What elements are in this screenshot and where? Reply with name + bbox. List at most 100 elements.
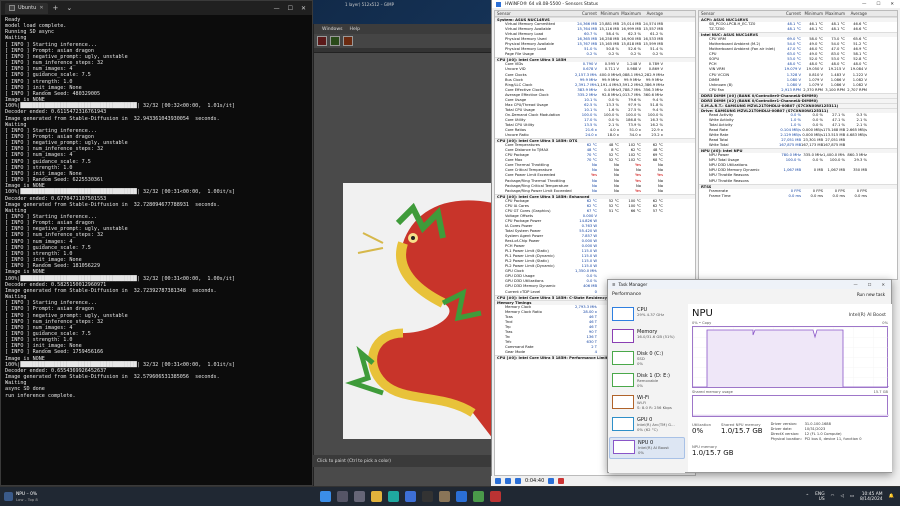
sensor-row[interactable]: TZ.TZ00 48.1 °C 46.1 °C 48.1 °C 46.6 °C (699, 27, 897, 32)
chevron-up-icon[interactable]: ⌃ (805, 494, 809, 499)
sensor-max: 48.1 °C (831, 27, 845, 32)
start-icon[interactable] (320, 491, 331, 502)
volume-icon[interactable]: ◁ (840, 494, 843, 499)
sensor-max: 0.2 % (630, 52, 641, 57)
minimize-icon[interactable]: — (274, 5, 280, 12)
sensor-cur: 167,875 MB (779, 143, 801, 148)
language-indicator[interactable]: ENG US (815, 492, 824, 502)
app-icon[interactable] (490, 491, 501, 502)
search-icon[interactable] (337, 491, 348, 502)
sensor-avg: 0.2 % (652, 52, 663, 57)
sparkline-graph (612, 373, 634, 387)
menu-help[interactable]: Help (350, 27, 360, 32)
taskbar-widget[interactable]: NPU – 0% Low – Top 8 (0, 492, 120, 502)
sensor-row[interactable]: CPU Fan 2,913 RPM 2,370 RPM 3,100 RPM 2,707 … (699, 88, 897, 93)
run-new-task-button[interactable]: Run new task (857, 292, 891, 297)
terminal-output[interactable]: Ready model load complete. Running SD asyn… (1, 15, 312, 485)
hwinfo-icon (496, 1, 501, 7)
sensor-min: 0.0 ms (810, 193, 823, 198)
sensor-name: Write Total (709, 143, 729, 148)
minimize-icon[interactable]: — (854, 282, 858, 287)
sensor-row[interactable]: Write Total 167,875 MB 167,173 MB 167,875 M… (699, 143, 897, 148)
image-thumbnail[interactable] (330, 36, 340, 46)
image-thumbnail[interactable] (317, 36, 327, 46)
sensor-group-header[interactable]: S.M.A.R.T.: SAMSUNG MZVL21T0HDLU-00B07 (… (699, 102, 897, 108)
new-tab-button[interactable]: + (50, 4, 62, 12)
sensor-avg (845, 143, 869, 148)
close-icon[interactable]: ✕ (301, 5, 306, 12)
close-icon[interactable]: ✕ (890, 2, 894, 7)
file-explorer-icon[interactable] (371, 491, 382, 502)
perf-item-cpu[interactable]: CPU 29% 4.37 GHz (609, 305, 685, 327)
sensor-cur: 4 (594, 350, 597, 355)
battery-icon[interactable]: ▭ (850, 494, 854, 499)
sensor-cur: 24.0 x (585, 133, 597, 138)
sensor-max: Yes (635, 188, 641, 193)
perf-item-disk[interactable]: Disk 1 (D: E:) Removable 0% (609, 371, 685, 393)
close-icon[interactable] (558, 478, 565, 484)
sensor-name: Gear Mode (505, 350, 526, 355)
npu-memory-fill (693, 414, 889, 416)
perf-item-detail: SSD 0% (637, 356, 645, 366)
maximize-icon[interactable]: ☐ (288, 5, 293, 12)
sensor-group-header[interactable]: DDR5 DIMM [#0] (BANK 0/Controller0-Chann… (699, 92, 897, 98)
gimp-menubar: Windows Help (314, 24, 491, 34)
tab-dropdown-icon[interactable]: ⌄ (63, 4, 75, 12)
sensor-cur: 2,913 RPM (781, 87, 801, 92)
close-tab-icon[interactable]: ✕ (39, 5, 43, 11)
hwinfo-icon[interactable] (456, 491, 467, 502)
perf-item-npu[interactable]: NPU 0 Intel(R) AI Boost 0% (609, 437, 685, 459)
clock[interactable]: 10:45 AM 8/14/2024 (860, 492, 883, 502)
shared-memory-stat: Shared NPU memory 1.0/15.7 GB (721, 422, 763, 435)
terminal-tab-title: Ubuntu (18, 5, 37, 11)
menu-icon[interactable]: ≡ (612, 282, 616, 287)
sensor-cur (779, 179, 801, 184)
perf-item-gpu[interactable]: GPU 0 Intel(R) Arc(TM) G... 0% (62 °C) (609, 415, 685, 437)
sensor-min: No (613, 188, 619, 193)
task-view-icon[interactable] (354, 491, 365, 502)
gimp-status-text: Click to paint (Ctrl to pick a color) (317, 458, 391, 464)
terminal-window[interactable]: Ubuntu ✕ + ⌄ — ☐ ✕ Ready model load compl… (0, 0, 313, 486)
notification-icon[interactable]: 🔔 (889, 494, 894, 499)
sensor-max: 3,100 RPM (825, 87, 845, 92)
task-manager-header: Performance Run new task (608, 289, 891, 299)
task-manager-icon[interactable] (473, 491, 484, 502)
store-icon[interactable] (405, 491, 416, 502)
gimp-statusbar: Click to paint (Ctrl to pick a color) (313, 455, 491, 467)
minimize-icon[interactable]: — (862, 2, 866, 7)
npu-memory-stat: NPU memory 1.0/15.7 GB (692, 444, 734, 457)
nav-forward-icon[interactable] (505, 478, 511, 484)
task-manager-window[interactable]: ≡ Task Manager — ☐ ✕ Performance Run new… (607, 279, 892, 473)
sensor-max (823, 179, 845, 184)
perf-item-wi-fi[interactable]: Wi-Fi Wi-Fi S: 8.0 R: 256 Kbps (609, 393, 685, 415)
sensor-row[interactable]: NPU Throttle Reasons (699, 179, 897, 184)
nav-back-icon[interactable] (495, 478, 501, 484)
dragon-image (343, 183, 493, 439)
task-manager-titlebar: ≡ Task Manager — ☐ ✕ (608, 280, 891, 289)
maximize-icon[interactable]: ☐ (876, 2, 880, 7)
settings-icon[interactable] (548, 478, 555, 484)
terminal-tab[interactable]: Ubuntu ✕ (5, 2, 48, 14)
gimp-icon[interactable] (439, 491, 450, 502)
perf-item-disk[interactable]: Disk 0 (C:) SSD 0% (609, 349, 685, 371)
gimp-window-title: 1 layer) 512x512 – GIMP (345, 2, 395, 7)
wifi-icon[interactable]: ◠ (831, 494, 835, 499)
taskbar-apps (320, 491, 501, 502)
npu-device-name: Intel(R) AI Boost (848, 313, 886, 318)
image-thumbnail[interactable] (343, 36, 353, 46)
taskbar: NPU – 0% Low – Top 8 ⌃ ENG US ◠ ◁ ▭ 10:45… (0, 486, 900, 506)
sensor-row[interactable]: Frame Time 0.0 ms 0.0 ms 0.0 ms 0.0 ms (699, 194, 897, 199)
edge-icon[interactable] (388, 491, 399, 502)
sparkline-graph (613, 440, 635, 454)
widget-subtitle: Low – Top 8 (16, 496, 38, 502)
perf-item-memory[interactable]: Memory 16.0/31.6 GB (51%) (609, 327, 685, 349)
sensor-table-right[interactable]: Sensor Current Minimum Maximum Average ACPI:… (698, 10, 898, 280)
sparkline-graph (612, 307, 634, 321)
close-icon[interactable]: ✕ (881, 282, 885, 287)
menu-windows[interactable]: Windows (322, 27, 343, 32)
image-canvas[interactable] (343, 183, 493, 439)
sensor-group-header[interactable]: DDR5 DIMM [#2] (BANK 0/Controller1-Chann… (699, 97, 897, 103)
sensor-avg: 46.6 °C (853, 27, 867, 32)
terminal-icon[interactable] (422, 491, 433, 502)
maximize-icon[interactable]: ☐ (868, 282, 872, 287)
